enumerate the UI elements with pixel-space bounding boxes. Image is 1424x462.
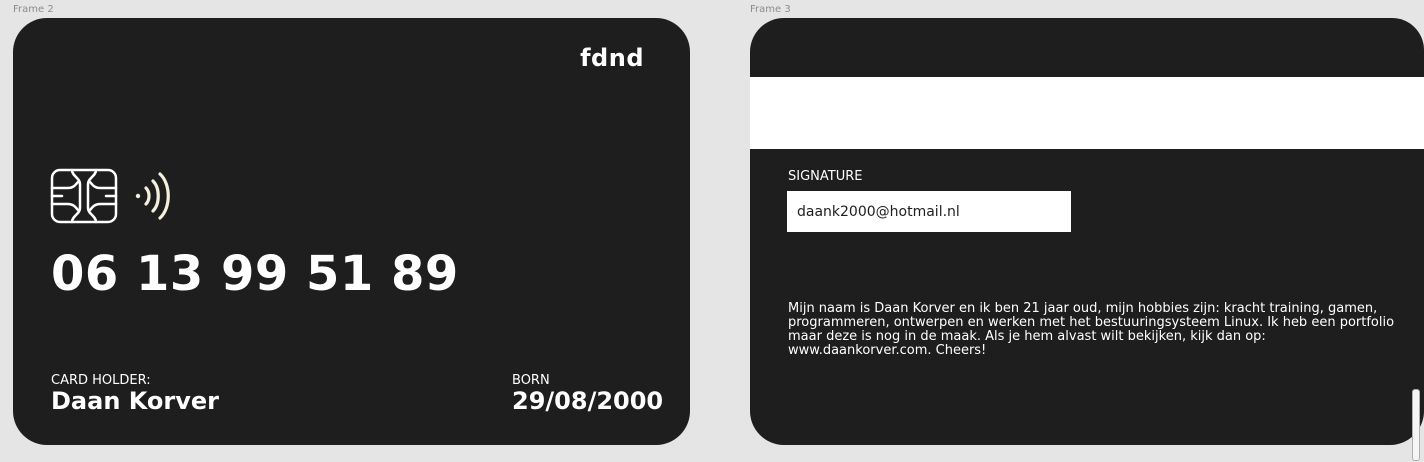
card-number: 06 13 99 51 89 bbox=[51, 246, 459, 302]
brand-logo: fdnd bbox=[580, 44, 644, 72]
card-holder-name: Daan Korver bbox=[51, 387, 220, 415]
card-back[interactable]: SIGNATURE daank2000@hotmail.nl Mijn naam… bbox=[750, 18, 1424, 445]
signature-label: SIGNATURE bbox=[788, 169, 863, 184]
contactless-icon bbox=[135, 172, 170, 220]
bio-text: Mijn naam is Daan Korver en ik ben 21 ja… bbox=[788, 301, 1395, 358]
born-date: 29/08/2000 bbox=[512, 387, 664, 415]
card-chip-icon bbox=[50, 168, 118, 224]
vertical-scrollbar[interactable] bbox=[1412, 389, 1420, 461]
signature-value: daank2000@hotmail.nl bbox=[797, 203, 960, 220]
signature-field[interactable]: daank2000@hotmail.nl bbox=[787, 191, 1071, 232]
card-holder-label: CARD HOLDER: bbox=[51, 373, 151, 388]
magnetic-stripe bbox=[750, 77, 1424, 149]
card-front[interactable]: fdnd 06 13 99 51 89 CARD HOLDER: Daan Ko… bbox=[13, 18, 690, 445]
frame-2-label: Frame 2 bbox=[13, 4, 54, 15]
born-label: BORN bbox=[512, 373, 550, 388]
chip-row bbox=[50, 168, 176, 224]
frame-3-label: Frame 3 bbox=[750, 4, 791, 15]
